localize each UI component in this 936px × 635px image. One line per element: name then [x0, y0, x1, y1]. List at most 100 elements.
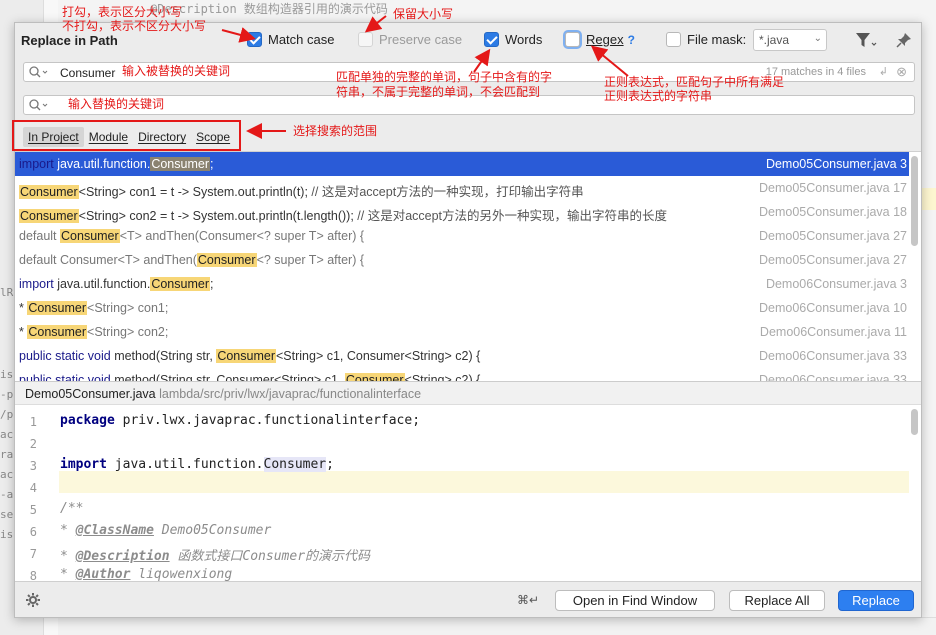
result-file-location: Demo06Consumer.java 11 [759, 325, 907, 339]
dialog-title: Replace in Path [21, 33, 118, 48]
line-number: 2 [29, 437, 37, 451]
search-input-value[interactable]: Consumer [60, 66, 115, 80]
results-scrollbar[interactable] [911, 156, 918, 246]
file-mask-label: File mask: [687, 32, 747, 47]
annotation-words-1: 匹配单独的完整的单词，句子中含有的字 [336, 70, 553, 84]
preserve-case-label: Preserve case [379, 32, 463, 47]
result-row[interactable]: default Consumer<T> andThen(Consumer<? s… [15, 224, 909, 248]
result-file-location: Demo06Consumer.java 33 [759, 373, 907, 381]
code-line: /** [60, 501, 84, 516]
search-history-icon[interactable] [28, 98, 50, 112]
result-file-location: Demo06Consumer.java 10 [759, 301, 907, 315]
preview-path-bar: Demo05Consumer.java lambda/src/priv/lwx/… [15, 381, 921, 405]
result-row[interactable]: * Consumer<String> con1; Demo06Consumer.j… [15, 296, 909, 320]
result-code: import java.util.function.Consumer; [19, 157, 214, 171]
result-code: * Consumer<String> con2; [19, 325, 169, 339]
result-code: import java.util.function.Consumer; [19, 277, 214, 291]
dialog-footer: ⌘↵ Open in Find Window Replace All Repla… [15, 581, 921, 617]
code-line: * @ClassName Demo05Consumer [60, 523, 272, 538]
result-code: * Consumer<String> con1; [19, 301, 169, 315]
result-code: public static void method(String str, Co… [19, 349, 481, 363]
result-file-location: Demo05Consumer.java 3 [765, 157, 907, 171]
result-file-location: Demo06Consumer.java 33 [759, 349, 907, 363]
chevron-down-icon: ⌄ [813, 33, 822, 44]
line-number: 3 [29, 459, 37, 473]
annotation-words-2: 符串，不属于完整的单词，不会匹配到 [336, 85, 541, 99]
background-side-label: ac [0, 428, 14, 441]
regex-option[interactable]: Regex ? [565, 32, 635, 47]
editor-scrollbar[interactable] [911, 409, 918, 435]
words-label: Words [505, 32, 543, 47]
regex-checkbox[interactable] [565, 32, 580, 47]
result-row[interactable]: * Consumer<String> con2; Demo06Consumer.j… [15, 320, 909, 344]
result-row[interactable]: public static void method(String str, Co… [15, 368, 909, 381]
replace-button[interactable]: Replace [838, 590, 914, 611]
result-code: default Consumer<T> andThen(Consumer<? s… [19, 229, 365, 243]
annotation-scope-box [12, 120, 241, 151]
open-in-find-window-button[interactable]: Open in Find Window [555, 590, 715, 611]
result-row[interactable]: Consumer<String> con1 = t -> System.out.… [15, 176, 909, 200]
code-line: package priv.lwx.javaprac.functionalinte… [60, 413, 421, 428]
result-row[interactable]: import java.util.function.Consumer; Demo0… [15, 272, 909, 296]
regex-label: Regex [586, 32, 624, 47]
clear-icon[interactable]: ⊗ [896, 64, 907, 80]
words-option[interactable]: Words [484, 32, 542, 47]
line-number: 6 [29, 525, 37, 539]
current-line-highlight [59, 471, 909, 493]
file-mask-select[interactable]: *.java ⌄ [753, 29, 827, 51]
background-code-line: @Description 数组构造器引用的演示代码 [150, 2, 388, 16]
match-case-label: Match case [268, 32, 335, 47]
search-results-list: import java.util.function.Consumer; Demo0… [15, 151, 921, 381]
line-number: 4 [29, 481, 37, 495]
line-number: 1 [29, 415, 37, 429]
file-mask-checkbox[interactable] [666, 32, 681, 47]
annotation-preserve-case: 保留大小写 [393, 7, 454, 21]
words-checkbox[interactable] [484, 32, 499, 47]
code-line: * @Author liqowenxiong [60, 567, 233, 581]
code-line: import java.util.function.Consumer; [60, 457, 334, 472]
regex-help-icon[interactable]: ? [628, 33, 635, 47]
result-file-location: Demo05Consumer.java 17 [759, 181, 907, 195]
code-preview-editor[interactable]: 1 package priv.lwx.javaprac.functionalint… [15, 405, 921, 581]
line-number: 5 [29, 503, 37, 517]
line-number: 8 [29, 569, 37, 581]
match-case-option[interactable]: Match case [247, 32, 334, 47]
result-row[interactable]: default Consumer<T> andThen(Consumer<? s… [15, 248, 909, 272]
search-icon[interactable] [28, 65, 50, 79]
pin-icon[interactable] [895, 31, 913, 49]
annotation-match-case-off: 不打勾，表示不区分大小写 [62, 19, 207, 33]
file-mask-option[interactable]: File mask: [666, 32, 746, 47]
annotation-scope-hint: 选择搜索的范围 [293, 124, 378, 138]
preserve-case-checkbox[interactable] [358, 32, 373, 47]
result-row[interactable]: Consumer<String> con2 = t -> System.out.… [15, 200, 909, 224]
preserve-case-option[interactable]: Preserve case [358, 32, 462, 47]
preview-file-path: lambda/src/priv/lwx/javaprac/functionali… [159, 387, 422, 401]
line-number: 7 [29, 547, 37, 561]
preview-file-name: Demo05Consumer.java [25, 387, 156, 401]
shortcut-hint: ⌘↵ [517, 593, 540, 607]
result-code: Consumer<String> con2 = t -> System.out.… [19, 209, 668, 223]
result-code: public static void method(String str, Co… [19, 373, 480, 381]
result-code: Consumer<String> con1 = t -> System.out.… [19, 185, 584, 199]
result-file-location: Demo05Consumer.java 27 [759, 253, 907, 267]
file-mask-value: *.java [759, 33, 790, 47]
result-row[interactable]: public static void method(String str, Co… [15, 344, 909, 368]
new-line-icon[interactable]: ↲ [879, 65, 888, 78]
filter-icon[interactable] [855, 31, 877, 51]
code-line: * @Description 函数式接口Consumer的演示代码 [60, 549, 371, 564]
replace-all-button[interactable]: Replace All [729, 590, 825, 611]
annotation-replace-hint: 输入替换的关键词 [68, 97, 165, 111]
annotation-search-hint: 输入被替换的关键词 [122, 64, 231, 78]
result-code: default Consumer<T> andThen(Consumer<? s… [19, 253, 365, 267]
gear-icon[interactable] [25, 592, 41, 608]
background-side-label: -p [0, 388, 14, 401]
result-file-location: Demo06Consumer.java 3 [765, 277, 907, 291]
result-file-location: Demo05Consumer.java 27 [759, 229, 907, 243]
annotation-regex-2: 正则表达式的字符串 [604, 89, 713, 103]
annotation-match-case-on: 打勾，表示区分大小写 [62, 5, 183, 19]
background-side-label: se [0, 508, 14, 521]
annotation-regex-1: 正则表达式，匹配句子中所有满足 [604, 75, 785, 89]
result-row[interactable]: import java.util.function.Consumer; Demo0… [15, 152, 909, 176]
replace-in-path-dialog: Replace in Path Match case Preserve case… [14, 22, 922, 618]
match-case-checkbox[interactable] [247, 32, 262, 47]
